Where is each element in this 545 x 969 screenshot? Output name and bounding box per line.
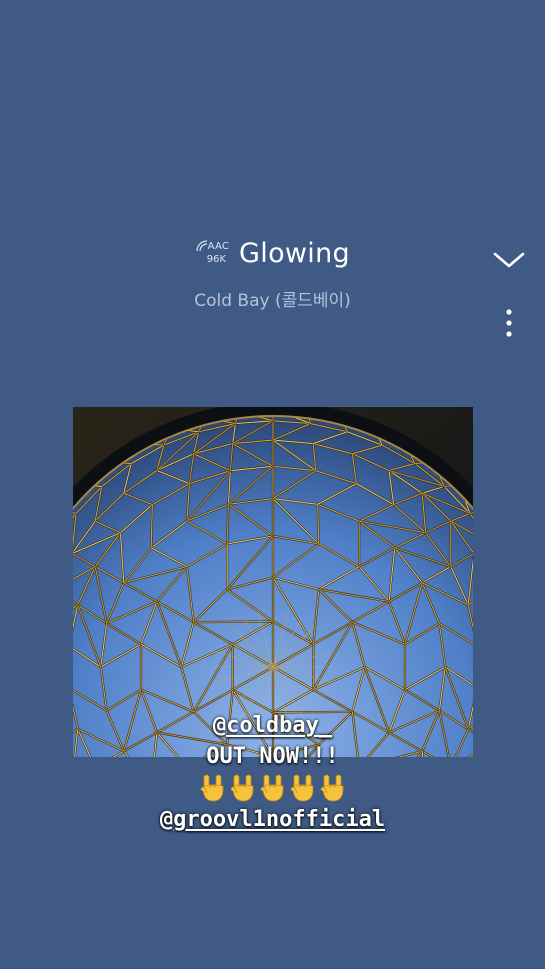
sign-of-the-horns-emoji	[290, 774, 313, 802]
title-row: AAC 96K Glowing	[0, 238, 545, 269]
sign-of-the-horns-emoji	[230, 774, 253, 802]
album-art-glass-dome-image	[73, 407, 473, 757]
sign-of-the-horns-emoji	[260, 774, 283, 802]
sign-of-the-horns-emoji	[200, 774, 223, 802]
now-playing-header: AAC 96K Glowing Cold Bay (콜드베이)	[0, 238, 545, 318]
caption-out-now: OUT NOW!!!	[206, 744, 339, 769]
mention-coldbay[interactable]: coldbay_	[226, 713, 332, 738]
codec-label: AAC	[207, 240, 230, 252]
artist-name[interactable]: Cold Bay (콜드베이)	[0, 286, 545, 311]
at-sign: @	[212, 713, 227, 738]
sign-of-the-horns-emoji	[320, 774, 343, 802]
collapse-button[interactable]	[492, 248, 526, 272]
bitrate-label: 96K	[206, 253, 227, 265]
album-art	[73, 407, 473, 757]
codec-badge: AAC 96K	[195, 239, 229, 269]
more-options-button[interactable]	[496, 306, 522, 340]
story-caption: @coldbay_ OUT NOW!!! @groovl1nofficial	[0, 710, 545, 835]
at-sign: @	[159, 807, 174, 832]
chevron-down-icon	[493, 252, 525, 268]
song-title[interactable]: Glowing	[239, 238, 350, 269]
caption-mention-line: @coldbay_	[0, 710, 545, 741]
caption-mention-line-2: @groovl1nofficial	[0, 804, 545, 835]
mention-groovl1nofficial[interactable]: groovl1nofficial	[173, 807, 385, 832]
emoji-row	[0, 772, 545, 804]
more-vertical-icon	[506, 309, 512, 337]
